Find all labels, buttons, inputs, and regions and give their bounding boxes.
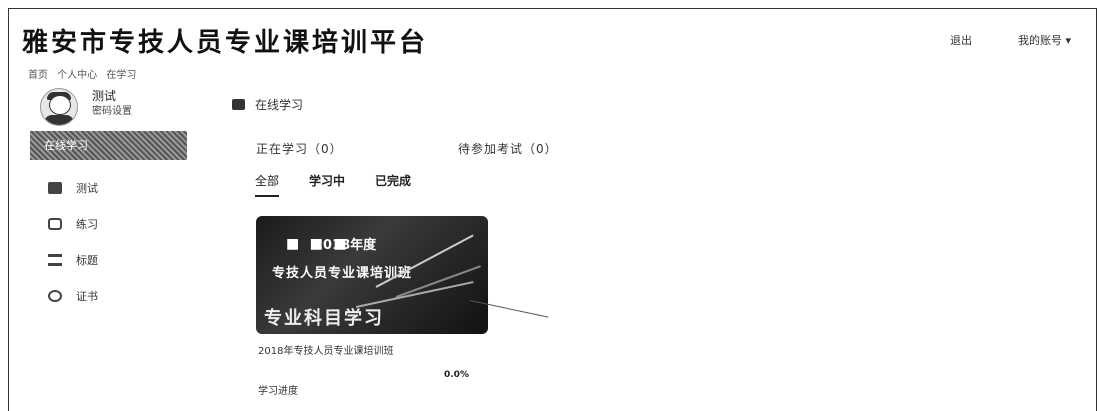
tab-completed[interactable]: 已完成 (375, 172, 411, 197)
banner-streak (355, 281, 474, 308)
tab-learning[interactable]: 学习中 (309, 172, 345, 197)
banner-big-text: 专业科目学习 (264, 308, 384, 329)
sidebar-item-label: 测试 (76, 182, 98, 195)
progress-label: 学习进度 (258, 386, 298, 397)
tab-bar: 全部 学习中 已完成 (255, 172, 441, 197)
course-name[interactable]: 2018年专技人员专业课培训班 (258, 342, 393, 357)
breadcrumb-item: 在学习 (106, 70, 137, 81)
sidebar-item-title[interactable]: 标题 (48, 252, 98, 268)
breadcrumb-item[interactable]: 个人中心 (57, 70, 97, 81)
page-title: 雅安市专技人员专业课培训平台 (22, 28, 429, 58)
chevron-down-icon: ▾ (1065, 34, 1072, 47)
account-label: 我的账号 (1018, 34, 1062, 47)
certificate-icon (48, 290, 62, 302)
section-header: 在线学习 (232, 96, 303, 113)
sidebar-item-certificate[interactable]: 证书 (48, 288, 98, 304)
page-frame (8, 8, 1097, 411)
section-title: 在线学习 (255, 98, 304, 112)
practice-icon (48, 218, 62, 230)
tab-all[interactable]: 全部 (255, 172, 280, 197)
user-profile: 测试 密码设置 (40, 88, 132, 126)
avatar (40, 88, 78, 126)
stat-exam[interactable]: 待参加考试（0） (458, 140, 558, 157)
user-name: 测试 (92, 89, 117, 103)
sidebar-item-online-learning[interactable]: 在线学习 (30, 131, 187, 160)
logout-link[interactable]: 退出 (950, 32, 972, 48)
breadcrumb: 首页 个人中心 在学习 (28, 66, 142, 81)
profile-icon (48, 182, 62, 194)
title-icon (48, 254, 62, 266)
sidebar-item-label: 证书 (76, 290, 98, 303)
sidebar-item-practice[interactable]: 练习 (48, 216, 98, 232)
sidebar-item-test[interactable]: 测试 (48, 180, 98, 196)
stat-learning[interactable]: 正在学习（0） (256, 140, 343, 157)
banner-year: 2018年度 (314, 238, 377, 253)
sidebar-item-label: 标题 (76, 254, 98, 267)
book-icon (232, 99, 245, 110)
password-settings-link[interactable]: 密码设置 (92, 104, 132, 120)
breadcrumb-item[interactable]: 首页 (28, 70, 48, 81)
course-thumbnail[interactable]: ■ ■ ■ 2018年度 专技人员专业课培训班 专业科目学习 (256, 216, 488, 334)
sidebar-item-label: 练习 (76, 218, 98, 231)
progress-value: 0.0% (444, 370, 469, 380)
account-menu[interactable]: 我的账号 ▾ (1018, 32, 1071, 48)
